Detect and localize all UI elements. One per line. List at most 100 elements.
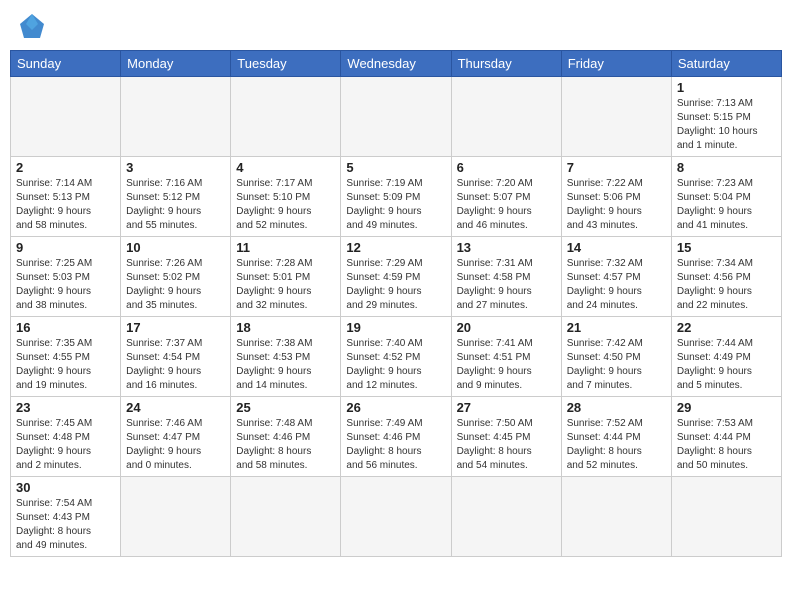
week-row-4: 16Sunrise: 7:35 AMSunset: 4:55 PMDayligh… bbox=[11, 317, 782, 397]
calendar-cell bbox=[341, 477, 451, 557]
day-info: Sunrise: 7:23 AMSunset: 5:04 PMDaylight:… bbox=[677, 177, 776, 233]
day-info: Sunrise: 7:38 AMSunset: 4:53 PMDaylight:… bbox=[236, 337, 335, 393]
calendar-cell: 20Sunrise: 7:41 AMSunset: 4:51 PMDayligh… bbox=[451, 317, 561, 397]
calendar-cell: 1 Sunrise: 7:13 AMSunset: 5:15 PMDaylight… bbox=[671, 77, 781, 157]
day-info: Sunrise: 7:48 AMSunset: 4:46 PMDaylight:… bbox=[236, 417, 335, 473]
day-number: 6 bbox=[457, 160, 556, 175]
week-row-6: 30 Sunrise: 7:54 AMSunset: 4:43 PMDayligh… bbox=[11, 477, 782, 557]
calendar-cell: 10Sunrise: 7:26 AMSunset: 5:02 PMDayligh… bbox=[121, 237, 231, 317]
day-number: 20 bbox=[457, 320, 556, 335]
day-info: Sunrise: 7:22 AMSunset: 5:06 PMDaylight:… bbox=[567, 177, 666, 233]
day-info: Sunrise: 7:50 AMSunset: 4:45 PMDaylight:… bbox=[457, 417, 556, 473]
calendar-cell: 2 Sunrise: 7:14 AMSunset: 5:13 PMDaylight… bbox=[11, 157, 121, 237]
day-info: Sunrise: 7:49 AMSunset: 4:46 PMDaylight:… bbox=[346, 417, 445, 473]
calendar-cell: 19Sunrise: 7:40 AMSunset: 4:52 PMDayligh… bbox=[341, 317, 451, 397]
calendar-cell bbox=[11, 77, 121, 157]
day-number: 25 bbox=[236, 400, 335, 415]
day-number: 15 bbox=[677, 240, 776, 255]
calendar-cell: 8Sunrise: 7:23 AMSunset: 5:04 PMDaylight… bbox=[671, 157, 781, 237]
day-info: Sunrise: 7:53 AMSunset: 4:44 PMDaylight:… bbox=[677, 417, 776, 473]
day-info: Sunrise: 7:35 AMSunset: 4:55 PMDaylight:… bbox=[16, 337, 115, 393]
day-number: 23 bbox=[16, 400, 115, 415]
calendar-cell: 30 Sunrise: 7:54 AMSunset: 4:43 PMDayligh… bbox=[11, 477, 121, 557]
day-number: 2 bbox=[16, 160, 115, 175]
day-info: Sunrise: 7:16 AMSunset: 5:12 PMDaylight:… bbox=[126, 177, 225, 233]
logo bbox=[14, 10, 48, 42]
day-number: 9 bbox=[16, 240, 115, 255]
day-info: Sunrise: 7:31 AMSunset: 4:58 PMDaylight:… bbox=[457, 257, 556, 313]
day-info: Sunrise: 7:44 AMSunset: 4:49 PMDaylight:… bbox=[677, 337, 776, 393]
calendar-cell: 21 Sunrise: 7:42 AMSunset: 4:50 PMDayligh… bbox=[561, 317, 671, 397]
day-info: Sunrise: 7:32 AMSunset: 4:57 PMDaylight:… bbox=[567, 257, 666, 313]
day-info: Sunrise: 7:34 AMSunset: 4:56 PMDaylight:… bbox=[677, 257, 776, 313]
day-number: 13 bbox=[457, 240, 556, 255]
calendar-cell: 16Sunrise: 7:35 AMSunset: 4:55 PMDayligh… bbox=[11, 317, 121, 397]
calendar-cell bbox=[231, 77, 341, 157]
day-number: 17 bbox=[126, 320, 225, 335]
logo-icon bbox=[16, 10, 48, 42]
day-info: Sunrise: 7:20 AMSunset: 5:07 PMDaylight:… bbox=[457, 177, 556, 233]
day-number: 7 bbox=[567, 160, 666, 175]
calendar-cell bbox=[671, 477, 781, 557]
day-number: 21 bbox=[567, 320, 666, 335]
week-row-5: 23 Sunrise: 7:45 AMSunset: 4:48 PMDayligh… bbox=[11, 397, 782, 477]
day-info: Sunrise: 7:37 AMSunset: 4:54 PMDaylight:… bbox=[126, 337, 225, 393]
calendar-cell: 24 Sunrise: 7:46 AMSunset: 4:47 PMDayligh… bbox=[121, 397, 231, 477]
calendar-cell: 14 Sunrise: 7:32 AMSunset: 4:57 PMDayligh… bbox=[561, 237, 671, 317]
day-info: Sunrise: 7:52 AMSunset: 4:44 PMDaylight:… bbox=[567, 417, 666, 473]
calendar-cell: 22 Sunrise: 7:44 AMSunset: 4:49 PMDayligh… bbox=[671, 317, 781, 397]
day-number: 4 bbox=[236, 160, 335, 175]
day-info: Sunrise: 7:54 AMSunset: 4:43 PMDaylight:… bbox=[16, 497, 115, 553]
day-number: 1 bbox=[677, 80, 776, 95]
day-number: 30 bbox=[16, 480, 115, 495]
day-number: 14 bbox=[567, 240, 666, 255]
day-number: 27 bbox=[457, 400, 556, 415]
weekday-header-thursday: Thursday bbox=[451, 51, 561, 77]
calendar-cell bbox=[561, 477, 671, 557]
calendar-cell: 26Sunrise: 7:49 AMSunset: 4:46 PMDayligh… bbox=[341, 397, 451, 477]
calendar-cell bbox=[561, 77, 671, 157]
day-info: Sunrise: 7:25 AMSunset: 5:03 PMDaylight:… bbox=[16, 257, 115, 313]
day-number: 18 bbox=[236, 320, 335, 335]
day-number: 11 bbox=[236, 240, 335, 255]
calendar-cell: 12 Sunrise: 7:29 AMSunset: 4:59 PMDayligh… bbox=[341, 237, 451, 317]
day-info: Sunrise: 7:14 AMSunset: 5:13 PMDaylight:… bbox=[16, 177, 115, 233]
weekday-header-saturday: Saturday bbox=[671, 51, 781, 77]
day-number: 29 bbox=[677, 400, 776, 415]
header bbox=[10, 10, 782, 42]
day-info: Sunrise: 7:45 AMSunset: 4:48 PMDaylight:… bbox=[16, 417, 115, 473]
day-info: Sunrise: 7:17 AMSunset: 5:10 PMDaylight:… bbox=[236, 177, 335, 233]
week-row-2: 2 Sunrise: 7:14 AMSunset: 5:13 PMDaylight… bbox=[11, 157, 782, 237]
day-info: Sunrise: 7:40 AMSunset: 4:52 PMDaylight:… bbox=[346, 337, 445, 393]
calendar-cell: 7 Sunrise: 7:22 AMSunset: 5:06 PMDaylight… bbox=[561, 157, 671, 237]
calendar-cell: 17 Sunrise: 7:37 AMSunset: 4:54 PMDayligh… bbox=[121, 317, 231, 397]
day-info: Sunrise: 7:46 AMSunset: 4:47 PMDaylight:… bbox=[126, 417, 225, 473]
week-row-3: 9 Sunrise: 7:25 AMSunset: 5:03 PMDaylight… bbox=[11, 237, 782, 317]
weekday-header-sunday: Sunday bbox=[11, 51, 121, 77]
calendar-cell: 13 Sunrise: 7:31 AMSunset: 4:58 PMDayligh… bbox=[451, 237, 561, 317]
calendar-cell: 29 Sunrise: 7:53 AMSunset: 4:44 PMDayligh… bbox=[671, 397, 781, 477]
day-number: 24 bbox=[126, 400, 225, 415]
weekday-header-friday: Friday bbox=[561, 51, 671, 77]
day-info: Sunrise: 7:26 AMSunset: 5:02 PMDaylight:… bbox=[126, 257, 225, 313]
calendar-cell bbox=[121, 77, 231, 157]
calendar-cell: 18 Sunrise: 7:38 AMSunset: 4:53 PMDayligh… bbox=[231, 317, 341, 397]
day-info: Sunrise: 7:42 AMSunset: 4:50 PMDaylight:… bbox=[567, 337, 666, 393]
calendar-table: SundayMondayTuesdayWednesdayThursdayFrid… bbox=[10, 50, 782, 557]
day-info: Sunrise: 7:13 AMSunset: 5:15 PMDaylight:… bbox=[677, 97, 776, 153]
weekday-header-tuesday: Tuesday bbox=[231, 51, 341, 77]
day-info: Sunrise: 7:19 AMSunset: 5:09 PMDaylight:… bbox=[346, 177, 445, 233]
calendar-cell: 4 Sunrise: 7:17 AMSunset: 5:10 PMDaylight… bbox=[231, 157, 341, 237]
day-number: 12 bbox=[346, 240, 445, 255]
day-number: 22 bbox=[677, 320, 776, 335]
day-number: 5 bbox=[346, 160, 445, 175]
calendar-cell bbox=[231, 477, 341, 557]
day-info: Sunrise: 7:29 AMSunset: 4:59 PMDaylight:… bbox=[346, 257, 445, 313]
calendar-cell: 23 Sunrise: 7:45 AMSunset: 4:48 PMDayligh… bbox=[11, 397, 121, 477]
day-number: 28 bbox=[567, 400, 666, 415]
page: SundayMondayTuesdayWednesdayThursdayFrid… bbox=[0, 0, 792, 612]
calendar-cell: 28 Sunrise: 7:52 AMSunset: 4:44 PMDayligh… bbox=[561, 397, 671, 477]
day-number: 3 bbox=[126, 160, 225, 175]
calendar-cell bbox=[341, 77, 451, 157]
day-info: Sunrise: 7:28 AMSunset: 5:01 PMDaylight:… bbox=[236, 257, 335, 313]
